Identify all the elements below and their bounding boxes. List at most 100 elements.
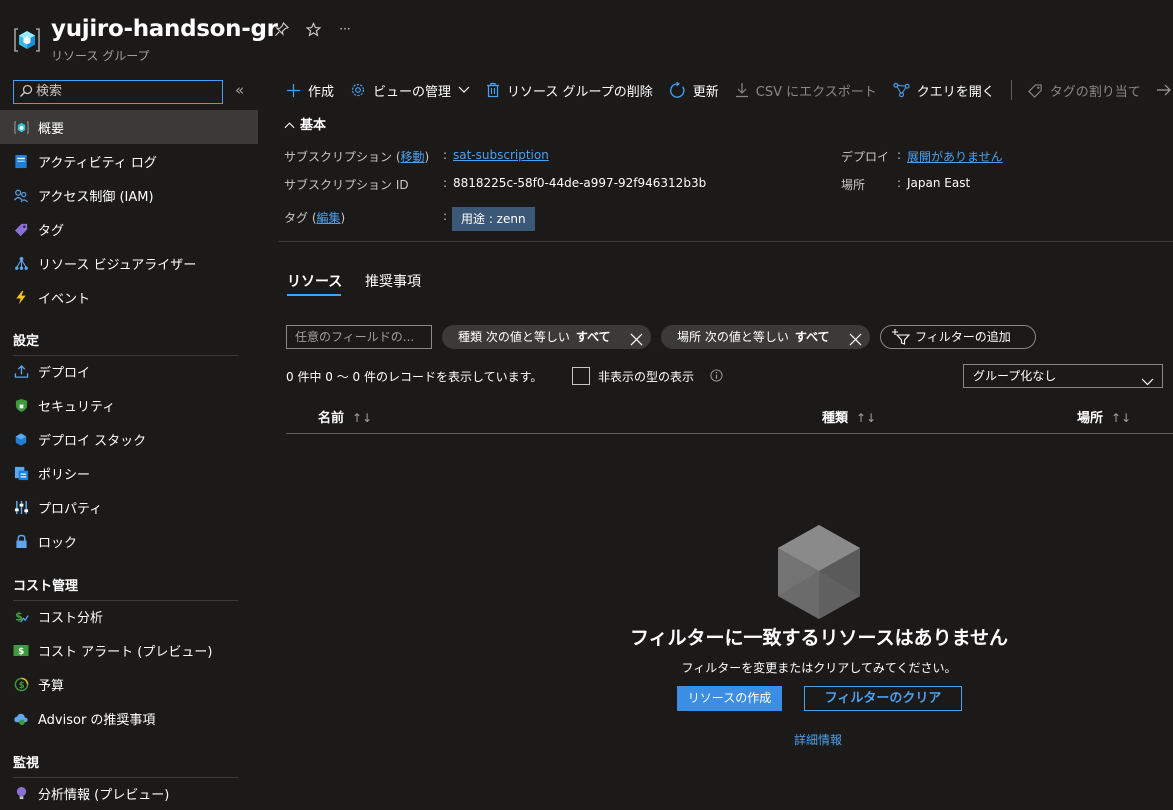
subscription-id-label: サブスクリプション ID [284,178,409,192]
add-filter-button[interactable]: フィルターの追加 [880,325,1036,349]
sidebar-item-insights[interactable]: 分析情報 (プレビュー) [0,776,258,810]
info-icon[interactable] [710,369,723,382]
activity-log-icon [13,153,29,169]
subscription-link[interactable]: sat-subscription [453,148,549,162]
empty-cube-icon [778,525,860,619]
sort-icon[interactable]: ↑↓ [352,411,372,425]
visualizer-icon [13,255,29,271]
colon: : [443,176,448,190]
add-filter-label: フィルターの追加 [915,330,1011,344]
export-csv-label: CSV にエクスポート [755,84,877,100]
manage-view-button[interactable]: ビューの管理 [350,81,470,100]
assign-tags-label: タグの割り当て [1049,84,1141,100]
policy-icon [13,465,29,481]
tag-outline-icon [1027,83,1043,98]
column-header-type[interactable]: 種類 ↑↓ [822,407,876,426]
refresh-icon [669,81,686,99]
type-filter-text: 種類 次の値と等しい [458,330,570,344]
column-header-name[interactable]: 名前 ↑↓ [318,407,372,426]
export-csv-button[interactable]: CSV にエクスポート [735,81,877,100]
toolbar-divider [1010,80,1012,100]
sidebar-item-properties[interactable]: プロパティ [0,490,258,524]
sidebar-item-overview[interactable]: 概要 [0,110,258,144]
assign-tags-button[interactable]: タグの割り当て [1027,81,1141,100]
close-icon[interactable] [630,330,643,354]
sort-icon[interactable]: ↑↓ [856,411,876,425]
colon: : [443,148,448,162]
sort-icon[interactable]: ↑↓ [1111,411,1131,425]
section-cost-label: コスト管理 [13,579,79,594]
sidebar-item-tags[interactable]: タグ [0,212,258,246]
pin-icon[interactable] [272,21,290,41]
svg-text:$: $ [18,647,24,657]
sidebar-item-policy[interactable]: ポリシー [0,456,258,490]
essentials-title: 基本 [300,118,327,133]
tag-icon [13,221,29,237]
sidebar-item-visualizer[interactable]: リソース ビジュアライザー [0,246,258,280]
location-filter-text: 場所 次の値と等しい [677,330,789,344]
column-header-location[interactable]: 場所 ↑↓ [1077,407,1131,426]
page-header: yujiro-handson-gr リソース グループ ··· [0,0,1173,72]
create-resource-button[interactable]: リソースの作成 [677,686,782,711]
filter-input[interactable] [287,326,427,348]
sidebar-item-deploy-stack[interactable]: デプロイ スタック [0,422,258,456]
sidebar-item-advisor[interactable]: Advisor の推奨事項 [0,701,258,735]
sidebar-item-iam[interactable]: アクセス制御 (IAM) [0,178,258,212]
sidebar-item-activity-log[interactable]: アクティビティ ログ [0,144,258,178]
sidebar-search[interactable] [13,80,223,104]
section-cost-management: コスト管理 [13,575,238,601]
tag-chip[interactable]: 用途 : zenn [452,207,535,231]
sidebar-item-label: Advisor の推奨事項 [38,712,156,728]
gear-icon [350,82,366,98]
tags-label-text: タグ ( [284,211,317,225]
show-hidden-types-checkbox[interactable] [572,367,590,385]
type-filter-pill[interactable]: 種類 次の値と等しい すべて [442,325,651,349]
sidebar-item-label: ロック [38,535,78,551]
search-input[interactable] [36,83,216,100]
colon: : [443,209,448,223]
subscription-move-link[interactable]: 移動 [401,150,425,164]
essentials-toggle[interactable]: 基本 [284,114,326,133]
deployments-link[interactable]: 展開がありません [907,148,1003,165]
section-monitoring: 監視 [13,752,238,778]
record-count: 0 件中 0 ～ 0 件のレコードを表示しています。 [286,370,543,384]
more-icon[interactable]: ··· [336,22,354,41]
tab-resources[interactable]: リソース [287,271,342,291]
chevron-down-icon [458,83,470,98]
clear-filters-button[interactable]: フィルターのクリア [804,686,962,711]
sidebar-item-cost-alert[interactable]: $ コスト アラート (プレビュー) [0,633,258,667]
star-icon[interactable] [304,22,322,41]
sidebar-item-lock[interactable]: ロック [0,524,258,558]
group-by-dropdown[interactable]: グループ化なし [963,364,1163,388]
sidebar-item-deploy[interactable]: デプロイ [0,354,258,388]
create-button[interactable]: 作成 [286,81,334,100]
open-query-button[interactable]: クエリを開く [893,81,995,100]
refresh-button[interactable]: 更新 [669,81,719,100]
sidebar-item-events[interactable]: イベント [0,280,258,314]
more-commands-icon[interactable] [1156,84,1171,96]
learn-more-link[interactable]: 詳細情報 [770,731,866,748]
tab-recommendations[interactable]: 推奨事項 [365,271,421,291]
sidebar-item-label: 分析情報 (プレビュー) [38,787,170,803]
table-header-divider [286,433,1173,434]
iam-people-icon [13,187,29,203]
sidebar-item-cost-analysis[interactable]: $ コスト分析 [0,599,258,633]
collapse-sidebar-icon[interactable]: « [235,81,244,99]
deploy-icon [13,363,29,379]
sidebar-item-security[interactable]: セキュリティ [0,388,258,422]
close-icon[interactable] [849,330,862,354]
colon: : [897,176,902,190]
colon: : [897,148,902,162]
resource-group-icon [14,28,40,52]
sidebar-item-label: デプロイ [38,365,91,381]
command-bar: 作成 ビューの管理 リソース グループの削除 更新 CSV にエクスポート クエ… [278,72,1173,108]
tags-edit-link[interactable]: 編集 [317,211,341,225]
location-filter-pill[interactable]: 場所 次の値と等しい すべて [661,325,870,349]
lock-icon [13,533,29,549]
section-settings-label: 設定 [13,334,40,349]
column-type-label: 種類 [822,411,849,426]
sidebar-item-budget[interactable]: $ 予算 [0,667,258,701]
delete-resource-group-button[interactable]: リソース グループの削除 [486,81,653,100]
add-filter-icon [892,329,911,352]
filter-field[interactable] [286,325,432,349]
